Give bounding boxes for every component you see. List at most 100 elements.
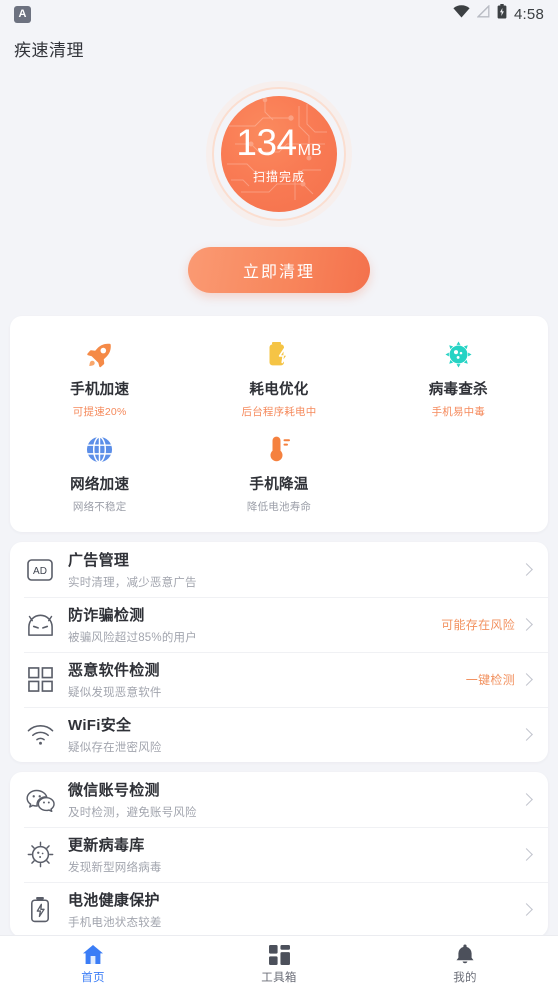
tab-mine[interactable]: 我的 [372, 944, 558, 985]
feature-sublabel: 手机易中毒 [431, 406, 486, 418]
chevron-right-icon [520, 903, 533, 916]
status-bar-left: A [14, 5, 31, 23]
clean-now-button[interactable]: 立即清理 [188, 247, 370, 293]
feature-grid-card: 手机加速 可提速20% 耗电优化 后台程序耗电中 病毒查杀 手机易中毒 网络加速… [10, 316, 548, 532]
feature-label: 网络加速 [70, 477, 130, 493]
feature-row-1: 手机加速 可提速20% 耗电优化 后台程序耗电中 病毒查杀 手机易中毒 [10, 330, 548, 425]
list-item-ad-management[interactable]: AD 广告管理 实时清理，减少恶意广告 [10, 542, 548, 597]
list-item-wifi-security[interactable]: WiFi安全 疑似存在泄密风险 [10, 707, 548, 762]
tab-label: 我的 [453, 971, 477, 984]
robot-face-icon [24, 609, 56, 641]
signal-icon [476, 4, 490, 23]
list-item-fraud-detection[interactable]: 防诈骗检测 被骗风险超过85%的用户 可能存在风险 [10, 597, 548, 652]
virus-icon [445, 339, 472, 369]
chevron-right-icon [520, 618, 533, 631]
security-list-card-primary: AD 广告管理 实时清理，减少恶意广告 防诈骗检测 被骗风险超过85%的用户 可… [10, 542, 548, 762]
scan-unit: MB [297, 141, 322, 159]
list-item-status: 可能存在风险 [441, 618, 515, 632]
list-item-subtitle: 手机电池状态较差 [68, 917, 162, 929]
wifi-icon [453, 5, 470, 23]
list-item-title: 广告管理 [68, 552, 130, 569]
virus-outline-icon [24, 839, 56, 871]
scan-circle[interactable]: 134 MB 扫描完成 [221, 96, 337, 212]
tab-home[interactable]: 首页 [0, 944, 186, 985]
feature-virus-scan[interactable]: 病毒查杀 手机易中毒 [369, 330, 548, 425]
list-item-subtitle: 疑似发现恶意软件 [68, 687, 162, 699]
security-list-card-secondary: 微信账号检测 及时检测，避免账号风险 更新病毒库 发现新型网络病毒 电池健康保护… [10, 772, 548, 937]
feature-sublabel: 降低电池寿命 [246, 501, 312, 513]
list-item-text: WiFi安全 疑似存在泄密风险 [68, 714, 515, 755]
chevron-right-icon [520, 728, 533, 741]
feature-label: 手机降温 [249, 477, 309, 493]
globe-icon [86, 434, 113, 464]
home-icon [82, 944, 104, 966]
list-item-text: 恶意软件检测 疑似发现恶意软件 [68, 659, 466, 700]
feature-phone-cooling[interactable]: 手机降温 降低电池寿命 [189, 425, 368, 520]
list-item-title: 更新病毒库 [68, 837, 145, 854]
list-item-title: 微信账号检测 [68, 782, 160, 799]
feature-sublabel: 后台程序耗电中 [241, 406, 317, 418]
scan-amount: 134 MB [236, 124, 321, 161]
tab-label: 工具箱 [261, 971, 297, 984]
status-bar-clock: 4:58 [514, 5, 544, 23]
scan-result-section: 134 MB 扫描完成 [0, 79, 558, 229]
list-item-subtitle: 发现新型网络病毒 [68, 862, 162, 874]
scan-ring: 134 MB 扫描完成 [212, 87, 346, 221]
feature-empty-slot [369, 425, 548, 520]
battery-health-icon [24, 894, 56, 926]
list-item-battery-health[interactable]: 电池健康保护 手机电池状态较差 [10, 882, 548, 937]
app-screen: A 4:58 疾速清理 134 MB 扫描完成 立即清理 手机加速 可提速20%… [0, 0, 558, 992]
feature-phone-boost[interactable]: 手机加速 可提速20% [10, 330, 189, 425]
list-item-title: 电池健康保护 [68, 892, 160, 909]
list-item-text: 防诈骗检测 被骗风险超过85%的用户 [68, 604, 441, 645]
list-item-text: 电池健康保护 手机电池状态较差 [68, 889, 515, 930]
battery-bolt-icon [266, 339, 292, 369]
chevron-right-icon [520, 563, 533, 576]
list-item-malware-detection[interactable]: 恶意软件检测 疑似发现恶意软件 一键检测 [10, 652, 548, 707]
status-bar-right: 4:58 [453, 4, 544, 24]
feature-label: 病毒查杀 [428, 382, 488, 398]
list-item-subtitle: 疑似存在泄密风险 [68, 742, 162, 754]
list-item-text: 更新病毒库 发现新型网络病毒 [68, 834, 515, 875]
chevron-right-icon [520, 793, 533, 806]
page-title: 疾速清理 [14, 41, 84, 60]
list-item-title: 防诈骗检测 [68, 607, 145, 624]
tab-toolbox[interactable]: 工具箱 [186, 944, 372, 985]
feature-label: 耗电优化 [249, 382, 309, 398]
toolbox-grid-icon [268, 944, 290, 966]
bell-icon [455, 944, 475, 966]
list-item-subtitle: 被骗风险超过85%的用户 [68, 632, 197, 644]
list-item-title: 恶意软件检测 [68, 662, 160, 679]
list-item-title: WiFi安全 [68, 717, 132, 734]
list-item-text: 微信账号检测 及时检测，避免账号风险 [68, 779, 515, 820]
scan-value: 134 [236, 121, 297, 163]
svg-text:AD: AD [33, 566, 47, 577]
list-item-wechat-account-check[interactable]: 微信账号检测 及时检测，避免账号风险 [10, 772, 548, 827]
feature-sublabel: 网络不稳定 [72, 501, 127, 513]
chevron-right-icon [520, 848, 533, 861]
grid-squares-icon [24, 664, 56, 696]
feature-row-2: 网络加速 网络不稳定 手机降温 降低电池寿命 [10, 425, 548, 520]
list-item-status: 一键检测 [465, 673, 515, 687]
thermometer-icon [266, 434, 292, 464]
list-item-update-virus-database[interactable]: 更新病毒库 发现新型网络病毒 [10, 827, 548, 882]
app-badge-icon: A [14, 5, 31, 23]
tab-label: 首页 [81, 971, 105, 984]
chevron-right-icon [520, 673, 533, 686]
list-item-text: 广告管理 实时清理，减少恶意广告 [68, 549, 515, 590]
battery-icon [497, 4, 507, 24]
wifi-icon [24, 719, 56, 751]
cta-section: 立即清理 [0, 247, 558, 293]
scan-status-label: 扫描完成 [252, 169, 305, 184]
list-item-subtitle: 及时检测，避免账号风险 [68, 807, 197, 819]
bottom-navigation: 首页 工具箱 我的 [0, 935, 558, 992]
feature-network-boost[interactable]: 网络加速 网络不稳定 [10, 425, 189, 520]
feature-power-optimize[interactable]: 耗电优化 后台程序耗电中 [189, 330, 368, 425]
feature-sublabel: 可提速20% [72, 406, 127, 418]
rocket-icon [86, 339, 113, 369]
status-bar: A 4:58 [0, 0, 558, 28]
ad-icon: AD [24, 554, 56, 586]
feature-label: 手机加速 [70, 382, 130, 398]
list-item-subtitle: 实时清理，减少恶意广告 [68, 577, 197, 589]
wechat-icon [24, 784, 56, 816]
